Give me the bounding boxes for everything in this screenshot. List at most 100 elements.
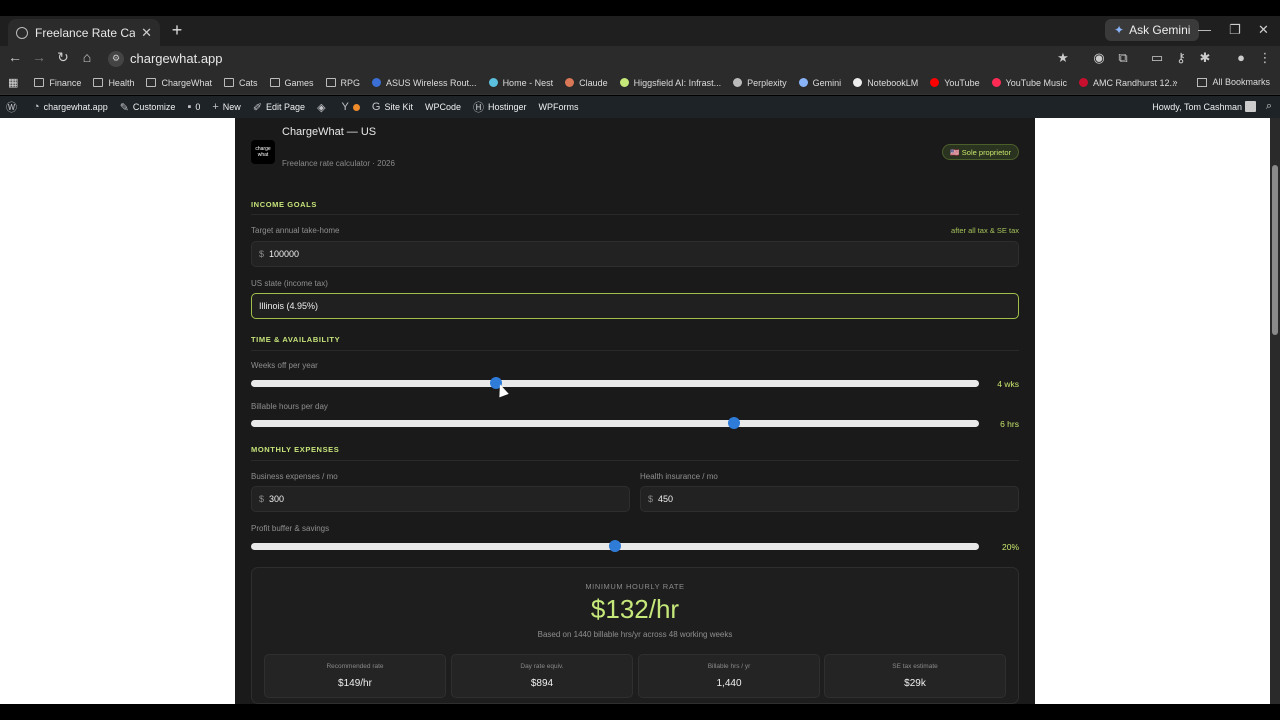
profile-avatar-icon[interactable]: ● (1232, 50, 1250, 65)
close-window-icon[interactable]: ✕ (1258, 22, 1269, 38)
wordpress-logo[interactable]: Ⓦ (6, 99, 21, 115)
close-tab-icon[interactable]: ✕ (141, 25, 152, 41)
billable-hours-label: Billable hours per day (251, 402, 328, 411)
letterbox-bottom (0, 704, 1280, 720)
wp-comments[interactable]: ▪ 0 (187, 101, 200, 113)
page-background: charge what ChargeWhat — US Freelance ra… (0, 118, 1270, 704)
chevron-double-right-icon[interactable]: » (1172, 77, 1177, 87)
back-icon[interactable]: ← (6, 49, 24, 65)
ask-gemini-button[interactable]: ✦ Ask Gemini (1105, 19, 1200, 41)
bookmark-cats[interactable]: Cats (223, 78, 258, 88)
bookmark-amc[interactable]: AMC Randhurst 12... (1078, 78, 1177, 88)
wp-new[interactable]: + New (212, 101, 240, 113)
forward-icon[interactable]: → (30, 49, 48, 65)
all-bookmarks[interactable]: » All Bookmarks (1172, 77, 1270, 87)
stat-billable-hours: Billable hrs / yr 1,440 (638, 654, 820, 698)
ask-gemini-label: Ask Gemini (1129, 23, 1191, 37)
folder-icon (34, 78, 45, 87)
bookmark-nest[interactable]: Home - Nest (488, 78, 553, 88)
cast-icon[interactable]: ▭ (1148, 50, 1166, 66)
apps-grid-icon[interactable]: ▦ (8, 76, 18, 89)
section-income-goals: INCOME GOALS (251, 200, 317, 209)
bookmark-youtube-music[interactable]: YouTube Music (991, 78, 1067, 88)
bookmark-chargewhat[interactable]: ChargeWhat (146, 78, 212, 88)
restore-icon[interactable]: ❐ (1229, 22, 1241, 38)
currency-prefix: $ (259, 494, 265, 504)
health-insurance-input[interactable]: $ 450 (640, 486, 1019, 512)
key-icon[interactable]: ⚷ (1172, 50, 1190, 66)
search-icon[interactable]: ⌕ (1266, 100, 1272, 113)
wp-customize[interactable]: ✎ Customize (120, 101, 176, 114)
pin-icon[interactable]: ✱ (1196, 50, 1214, 66)
stat-value: $29k (904, 678, 926, 689)
business-expenses-value: 300 (269, 494, 285, 504)
yoast-icon: Y (341, 101, 349, 113)
sole-proprietor-badge: 🇺🇸 Sole proprietor (942, 144, 1019, 160)
extension-icon[interactable]: ◉ (1090, 50, 1108, 66)
bookmark-claude[interactable]: Claude (565, 78, 608, 88)
claude-icon (565, 78, 575, 87)
target-income-value: 100000 (269, 249, 300, 259)
bookmark-perplexity[interactable]: Perplexity (733, 78, 787, 88)
profit-buffer-slider-thumb[interactable] (609, 540, 621, 552)
wp-site-kit[interactable]: G Site Kit (372, 101, 413, 113)
wp-edit-page[interactable]: ✐ Edit Page (253, 101, 305, 114)
state-select[interactable]: Illinois (4.95%) (251, 293, 1019, 319)
wp-howdy-user[interactable]: Howdy, Tom Cashman (1152, 102, 1242, 112)
bookmark-games[interactable]: Games (269, 78, 314, 88)
bookmark-gemini[interactable]: Gemini (798, 78, 841, 88)
bookmark-health[interactable]: Health (93, 78, 134, 88)
bookmarks-bar: ▦ Finance Health ChargeWhat Cats Games R… (0, 71, 1280, 95)
business-expenses-input[interactable]: $ 300 (251, 486, 630, 512)
wp-hostinger[interactable]: Ⓗ Hostinger (473, 99, 527, 115)
minimize-icon[interactable]: — (1198, 22, 1211, 37)
state-value: Illinois (4.95%) (259, 301, 319, 311)
dashboard-icon: ◔ (33, 101, 40, 113)
site-info-icon[interactable]: ⚙ (108, 50, 124, 67)
stat-value: $149/hr (338, 678, 372, 689)
billable-hours-slider[interactable] (251, 417, 979, 429)
puzzle-icon[interactable]: ⧉ (1114, 50, 1132, 66)
divider (251, 350, 1019, 351)
youtube-music-icon (991, 78, 1001, 87)
wp-diamond[interactable]: ◈ (317, 101, 329, 114)
billable-hours-slider-thumb[interactable] (728, 417, 741, 429)
wp-site-link[interactable]: ◔ chargewhat.app (33, 101, 108, 113)
address-bar[interactable]: ⚙ chargewhat.app (104, 47, 1079, 70)
bookmark-asus[interactable]: ASUS Wireless Rout... (372, 78, 477, 88)
bookmark-star-icon[interactable]: ★ (1054, 50, 1072, 66)
home-icon[interactable]: ⌂ (78, 49, 96, 65)
stat-value: 1,440 (716, 678, 742, 689)
menu-icon[interactable]: ⋮ (1256, 50, 1274, 66)
bookmark-youtube[interactable]: YouTube (930, 78, 980, 88)
bookmark-rpg[interactable]: RPG (325, 78, 360, 88)
stat-day-rate: Day rate equiv. $894 (451, 654, 633, 698)
status-dot-icon (352, 103, 360, 111)
youtube-icon (930, 78, 940, 87)
bookmark-higgsfield[interactable]: Higgsfield AI: Infrast... (619, 78, 721, 88)
asus-icon (372, 78, 382, 87)
bookmark-notebooklm[interactable]: NotebookLM (853, 78, 918, 88)
tab-strip: Freelance Rate Calculator US (2 ✕ + ✦ As… (0, 16, 1280, 46)
user-avatar-icon[interactable] (1245, 101, 1256, 112)
brush-icon: ✎ (119, 101, 129, 114)
url-text: chargewhat.app (130, 51, 223, 66)
target-income-input[interactable]: $ 100000 (251, 241, 1019, 267)
section-monthly-expenses: MONTHLY EXPENSES (251, 445, 340, 454)
bookmark-finance[interactable]: Finance (34, 78, 81, 88)
profit-buffer-slider[interactable] (251, 540, 979, 552)
comment-icon: ▪ (187, 101, 192, 113)
page-scrollbar-thumb[interactable] (1272, 165, 1278, 335)
hostinger-icon: Ⓗ (472, 102, 484, 114)
results-panel: MINIMUM HOURLY RATE $132/hr Based on 144… (251, 567, 1019, 704)
browser-tab[interactable]: Freelance Rate Calculator US (2 ✕ (8, 19, 160, 46)
tab-title: Freelance Rate Calculator US (2 (35, 25, 136, 40)
plus-icon: + (212, 101, 219, 113)
state-label: US state (income tax) (251, 279, 328, 288)
weeks-off-slider[interactable] (251, 377, 979, 389)
wp-wpforms[interactable]: WPForms (539, 102, 579, 112)
wp-wpcode[interactable]: WPCode (425, 102, 461, 112)
new-tab-icon[interactable]: + (168, 20, 186, 41)
wp-yoast[interactable]: Y (342, 101, 360, 113)
reload-icon[interactable]: ↻ (54, 49, 72, 66)
